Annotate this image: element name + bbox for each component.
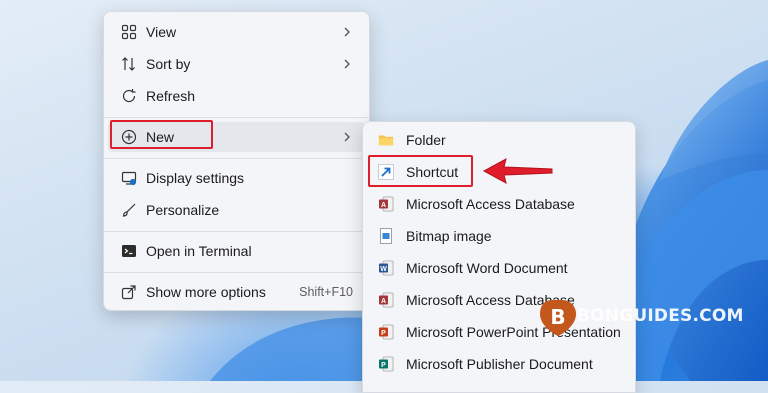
menu-item-show-more-options[interactable]: Show more options Shift+F10: [108, 277, 365, 307]
menu-item-label: Refresh: [146, 88, 196, 104]
menu-separator: [104, 231, 369, 232]
submenu-item-bitmap-image[interactable]: Bitmap image: [367, 221, 631, 251]
watermark-text: BONGUIDES.COM: [577, 306, 744, 326]
submenu-item-publisher-document[interactable]: P Microsoft Publisher Document: [367, 349, 631, 379]
chevron-right-icon: [343, 57, 351, 71]
menu-item-label: Show more options: [146, 284, 266, 300]
menu-item-open-in-terminal[interactable]: Open in Terminal: [108, 236, 365, 266]
menu-item-display-settings[interactable]: Display settings: [108, 163, 365, 193]
submenu-item-folder[interactable]: Folder: [367, 125, 631, 155]
publisher-icon: P: [378, 356, 394, 372]
access-icon: A: [378, 196, 394, 212]
svg-text:A: A: [381, 202, 386, 209]
highlight-box-new: [110, 120, 213, 149]
svg-text:P: P: [381, 330, 386, 337]
chevron-right-icon: [343, 25, 351, 39]
share-icon: [121, 284, 137, 300]
powerpoint-icon: P: [378, 324, 394, 340]
red-arrow-annotation: [480, 157, 555, 190]
svg-text:W: W: [380, 266, 387, 273]
submenu-item-label: Microsoft Access Database: [406, 196, 575, 212]
bitmap-icon: [378, 228, 394, 244]
terminal-icon: [121, 243, 137, 259]
submenu-item-label: Microsoft Word Document: [406, 260, 568, 276]
menu-item-label: Open in Terminal: [146, 243, 252, 259]
submenu-item-word-document[interactable]: W Microsoft Word Document: [367, 253, 631, 283]
highlight-box-shortcut: [368, 155, 473, 187]
sort-icon: [121, 56, 137, 72]
menu-item-label: Personalize: [146, 202, 220, 218]
submenu-item-label: Folder: [406, 132, 446, 148]
svg-text:P: P: [381, 362, 386, 369]
word-icon: W: [378, 260, 394, 276]
menu-separator: [104, 158, 369, 159]
menu-item-label: View: [146, 24, 177, 40]
chevron-right-icon: [343, 130, 351, 144]
menu-separator: [104, 272, 369, 273]
grid-icon: [121, 24, 137, 40]
keyboard-shortcut: Shift+F10: [299, 285, 353, 299]
submenu-item-access-database[interactable]: A Microsoft Access Database: [367, 189, 631, 219]
submenu-item-label: Microsoft Publisher Document: [406, 356, 593, 372]
refresh-icon: [121, 88, 137, 104]
menu-item-sort-by[interactable]: Sort by: [108, 49, 365, 79]
menu-item-personalize[interactable]: Personalize: [108, 195, 365, 225]
menu-item-refresh[interactable]: Refresh: [108, 81, 365, 111]
access-icon: A: [378, 292, 394, 308]
brush-icon: [121, 202, 137, 218]
menu-item-label: Display settings: [146, 170, 245, 186]
folder-icon: [378, 132, 394, 148]
submenu-item-label: Bitmap image: [406, 228, 492, 244]
display-icon: [121, 170, 137, 186]
menu-item-label: Sort by: [146, 56, 191, 72]
desktop-context-menu: View Sort by Refresh New Display setting…: [103, 11, 370, 311]
watermark-letter: B: [550, 305, 565, 329]
menu-separator: [104, 117, 369, 118]
menu-item-view[interactable]: View: [108, 17, 365, 47]
svg-text:A: A: [381, 298, 386, 305]
